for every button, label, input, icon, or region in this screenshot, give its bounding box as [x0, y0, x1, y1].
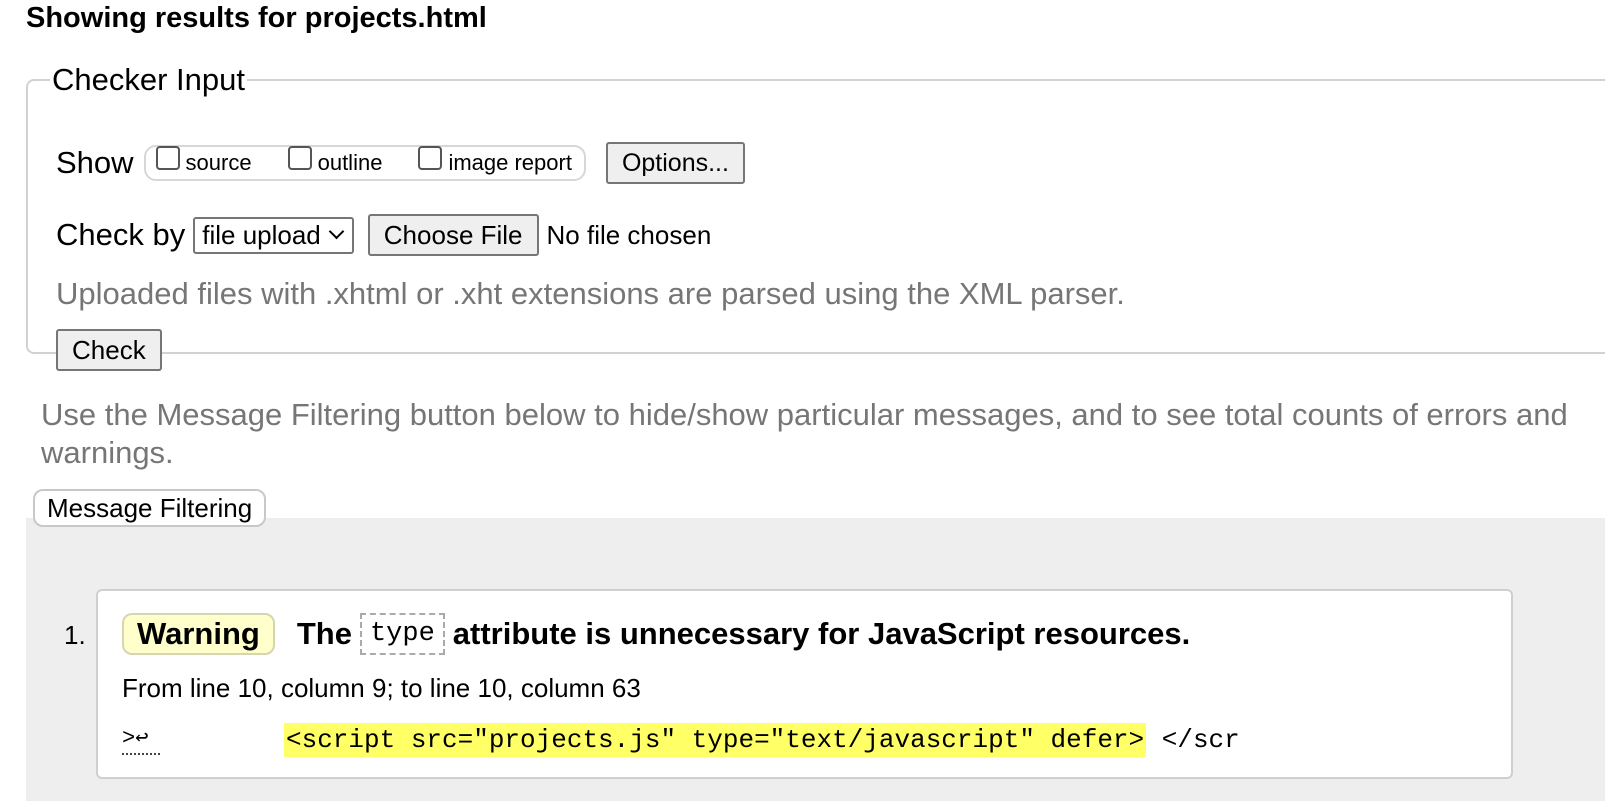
source-checkbox-label: source: [185, 150, 252, 175]
show-row: Show source outline image report Options…: [56, 142, 745, 184]
message-text: The type attribute is unnecessary for Ja…: [297, 613, 1190, 655]
extract-suffix: </scr: [1146, 725, 1240, 755]
page-title: Showing results for projects.html: [26, 2, 487, 34]
show-outline-option[interactable]: outline: [287, 146, 383, 176]
message-extract: >↩ <script src="projects.js" type="text/…: [122, 723, 1240, 757]
message-location: From line 10, column 9; to line 10, colu…: [122, 673, 641, 703]
check-button[interactable]: Check: [56, 329, 162, 371]
message-number: 1.: [64, 620, 86, 650]
show-label: Show: [56, 145, 134, 180]
outline-checkbox[interactable]: [287, 146, 312, 170]
upload-note: Uploaded files with .xhtml or .xht exten…: [56, 276, 1125, 311]
message-text-after: attribute is unnecessary for JavaScript …: [452, 616, 1191, 651]
check-by-select[interactable]: file upload: [193, 216, 354, 254]
checker-input-legend: Checker Input: [52, 62, 245, 97]
line-break-icon: >↩: [122, 725, 160, 755]
chevron-down-icon: [328, 223, 345, 239]
warning-badge: Warning: [122, 613, 275, 655]
outline-checkbox-label: outline: [317, 150, 383, 175]
message-filtering-note: Use the Message Filtering button below t…: [41, 397, 1568, 470]
show-image-report-option[interactable]: image report: [418, 146, 572, 176]
check-by-row: Check by file upload Choose File No file…: [56, 214, 711, 256]
extract-highlight: <script src="projects.js" type="text/jav…: [284, 723, 1147, 757]
message-card: Warning The type attribute is unnecessar…: [96, 589, 1513, 779]
options-button[interactable]: Options...: [605, 142, 745, 184]
source-checkbox[interactable]: [155, 146, 180, 170]
message-header: Warning The type attribute is unnecessar…: [122, 613, 1190, 655]
show-source-option[interactable]: source: [155, 146, 252, 176]
checker-input-fieldset: Checker Input Show source outline image …: [26, 62, 1605, 371]
return-arrow-icon: ↩: [135, 726, 149, 751]
message-text-before: The: [296, 616, 352, 651]
choose-file-button[interactable]: Choose File: [367, 214, 539, 256]
image-report-checkbox-label: image report: [448, 150, 572, 175]
check-by-label: Check by: [56, 217, 186, 252]
image-report-checkbox[interactable]: [418, 146, 443, 170]
file-status-text: No file chosen: [546, 219, 712, 250]
extract-prefix: >: [122, 726, 136, 751]
show-options-group: source outline image report: [143, 145, 586, 181]
message-filtering-button[interactable]: Message Filtering: [33, 489, 267, 527]
message-code: type: [359, 613, 445, 655]
check-by-selected-value: file upload: [202, 219, 321, 250]
